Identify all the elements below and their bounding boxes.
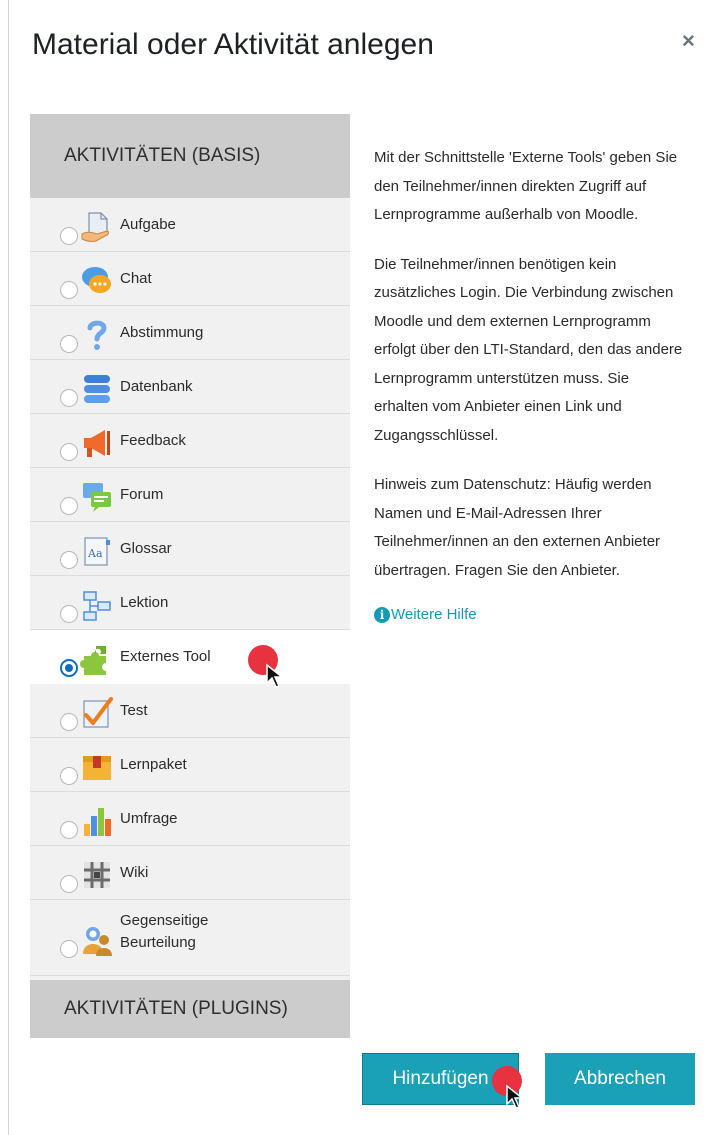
help-paragraph: Mit der Schnittstelle 'Externe Tools' ge…	[374, 149, 678, 223]
activity-label: Lektion	[120, 594, 169, 611]
close-icon[interactable]: ×	[682, 28, 695, 54]
category-header-plugins[interactable]: AKTIVITÄTEN (PLUGINS)	[30, 980, 350, 1038]
chat-icon	[80, 264, 114, 298]
activity-label: Lernpaket	[120, 756, 187, 773]
radio-button[interactable]	[60, 875, 78, 893]
survey-chart-icon	[80, 804, 114, 838]
activity-option-lernpaket[interactable]: Lernpaket	[30, 738, 350, 792]
activity-label: Aufgabe	[120, 216, 176, 233]
puzzle-icon	[80, 642, 114, 676]
info-icon: i	[374, 606, 390, 623]
wiki-icon	[80, 858, 114, 892]
activity-option-lektion[interactable]: Lektion	[30, 576, 350, 630]
activity-label: Forum	[120, 486, 164, 503]
radio-button[interactable]	[60, 940, 78, 958]
activity-option-wiki[interactable]: Wiki	[30, 846, 350, 900]
activity-option-umfrage[interactable]: Umfrage	[30, 792, 350, 846]
activity-option-externes-tool[interactable]: Externes Tool	[30, 630, 350, 684]
activity-label: Glossar	[120, 540, 172, 557]
activity-label: Umfrage	[120, 810, 178, 827]
modal-title: Material oder Aktivität anlegen	[32, 28, 434, 61]
help-panel: Mit der Schnittstelle 'Externe Tools' ge…	[350, 114, 708, 1038]
activity-label: Datenbank	[120, 378, 193, 395]
glossary-icon: Aa	[80, 534, 114, 568]
activity-label: Abstimmung	[120, 324, 204, 341]
activity-option-gegenseitige-beurteilung[interactable]: Gegenseitige Beurteilung	[30, 900, 350, 976]
activity-label: Chat	[120, 270, 152, 287]
category-header-basis[interactable]: AKTIVITÄTEN (BASIS)	[30, 114, 350, 198]
radio-button[interactable]	[60, 497, 78, 515]
radio-button[interactable]	[60, 713, 78, 731]
package-icon	[80, 750, 114, 784]
choice-question-icon	[80, 318, 114, 352]
radio-button[interactable]	[60, 389, 78, 407]
activity-option-test[interactable]: Test	[30, 684, 350, 738]
svg-text:Aa: Aa	[87, 547, 103, 560]
more-help-link[interactable]: i Weitere Hilfe	[374, 606, 686, 623]
cancel-button[interactable]: Abbrechen	[545, 1053, 695, 1105]
radio-button[interactable]	[60, 443, 78, 461]
radio-button[interactable]	[60, 605, 78, 623]
help-paragraph: Hinweis zum Datenschutz: Häufig werden N…	[374, 476, 661, 579]
activity-label: Feedback	[120, 432, 186, 449]
radio-button[interactable]	[60, 281, 78, 299]
activity-label: Test	[120, 702, 148, 719]
assignment-icon	[80, 210, 114, 244]
activity-option-aufgabe[interactable]: Aufgabe	[30, 198, 350, 252]
more-help-label: Weitere Hilfe	[391, 606, 477, 623]
megaphone-icon	[80, 426, 114, 460]
radio-button[interactable]	[60, 767, 78, 785]
activity-option-glossar[interactable]: Aa Glossar	[30, 522, 350, 576]
page-left-border	[8, 0, 9, 1135]
workshop-people-icon	[80, 924, 114, 958]
activity-option-datenbank[interactable]: Datenbank	[30, 360, 350, 414]
activity-label: Gegenseitige Beurteilung	[120, 912, 209, 951]
radio-button[interactable]	[60, 821, 78, 839]
modal-header: Material oder Aktivität anlegen ×	[0, 0, 719, 98]
radio-button-selected[interactable]	[60, 659, 78, 677]
activity-option-forum[interactable]: Forum	[30, 468, 350, 522]
lesson-icon	[80, 588, 114, 622]
quiz-check-icon	[80, 696, 114, 730]
activity-label: Wiki	[120, 864, 149, 881]
radio-button[interactable]	[60, 551, 78, 569]
radio-button[interactable]	[60, 227, 78, 245]
activity-option-abstimmung[interactable]: Abstimmung	[30, 306, 350, 360]
mouse-cursor-icon	[266, 663, 285, 688]
activity-label: Externes Tool	[120, 648, 211, 665]
mouse-cursor-icon	[506, 1084, 525, 1109]
radio-button[interactable]	[60, 335, 78, 353]
activity-option-feedback[interactable]: Feedback	[30, 414, 350, 468]
database-icon	[80, 372, 114, 406]
forum-icon	[80, 480, 114, 514]
activity-option-chat[interactable]: Chat	[30, 252, 350, 306]
help-paragraph: Die Teilnehmer/innen benötigen kein zusä…	[374, 255, 683, 444]
